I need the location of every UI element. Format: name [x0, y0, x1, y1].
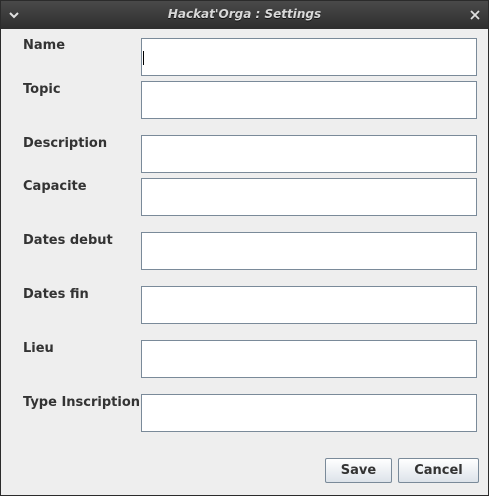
topic-label: Topic	[23, 82, 61, 97]
name-input[interactable]	[141, 38, 477, 76]
type-inscription-label: Type Inscription	[23, 395, 141, 410]
topic-input[interactable]	[141, 81, 477, 119]
capacite-label: Capacite	[23, 179, 87, 194]
dates-debut-input[interactable]	[141, 232, 477, 270]
title-bar[interactable]: Hackat'Orga : Settings	[1, 1, 488, 29]
window-title: Hackat'Orga : Settings	[167, 7, 322, 21]
text-caret	[143, 51, 144, 65]
description-label: Description	[23, 136, 108, 151]
type-inscription-input[interactable]	[141, 394, 477, 432]
lieu-input[interactable]	[141, 340, 477, 378]
dates-fin-label: Dates fin	[23, 287, 89, 302]
capacite-input[interactable]	[141, 178, 477, 216]
dates-fin-input[interactable]	[141, 286, 477, 324]
cancel-button[interactable]: Cancel	[398, 458, 479, 483]
name-label: Name	[23, 38, 66, 53]
save-button[interactable]: Save	[325, 458, 392, 483]
close-icon[interactable]	[466, 6, 484, 24]
description-input[interactable]	[141, 135, 477, 173]
dates-debut-label: Dates debut	[23, 233, 113, 248]
settings-dialog: Hackat'Orga : Settings Name Topic Descri…	[0, 0, 489, 496]
lieu-label: Lieu	[23, 341, 54, 356]
